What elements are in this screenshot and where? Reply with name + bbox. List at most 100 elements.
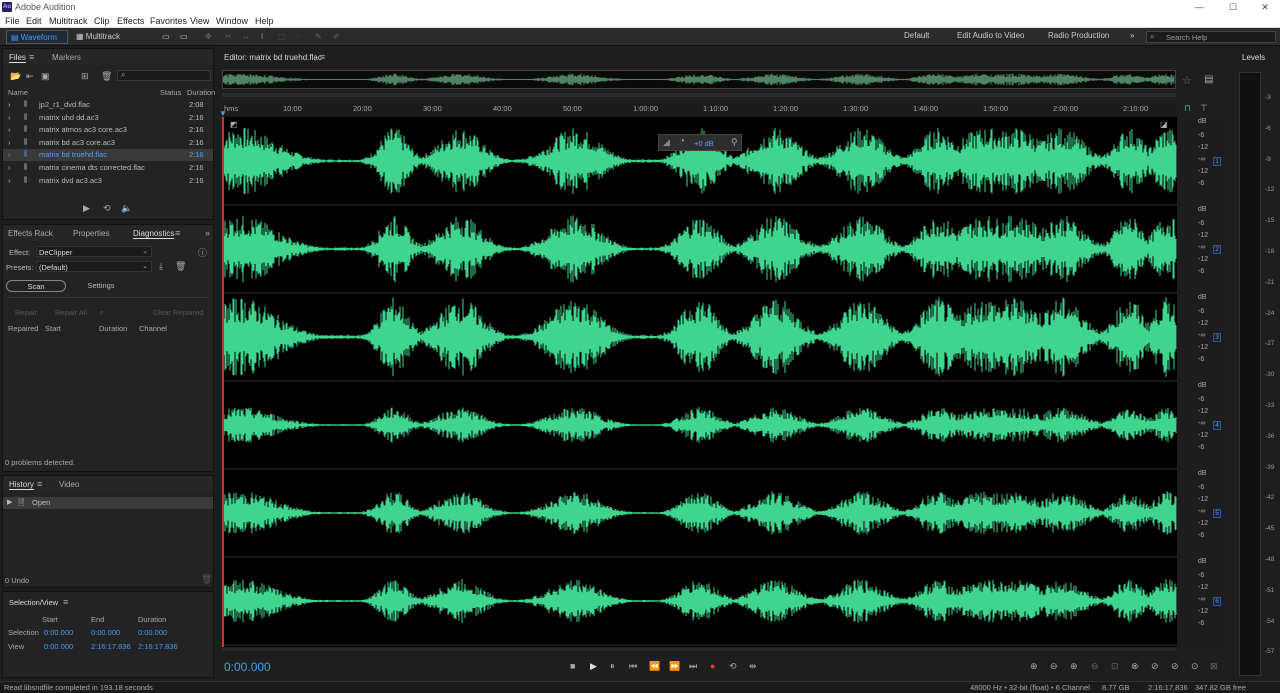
fast-forward-icon[interactable]: ⏩ [669,661,680,672]
zoom-out-full-icon[interactable]: ⊙ [1191,661,1199,672]
open-file-icon[interactable]: 📂 [10,71,21,82]
panel-menu-icon[interactable]: ≡ [320,52,325,62]
waveform-view-button[interactable]: ▤ Waveform [6,30,68,44]
channel-5-badge[interactable]: 5 [1213,509,1221,518]
file-row[interactable]: › ⫼ matrix bd ac3 core.ac3 2:16 [3,137,213,149]
zoom-in-left-icon[interactable]: ⊘ [1151,661,1159,672]
zoom-full-icon[interactable]: ⊡ [1111,661,1119,672]
pin-icon[interactable]: ⊤ [1200,103,1208,114]
expand-icon[interactable]: › [8,99,11,111]
file-row[interactable]: › ⫼ jp2_r1_dvd.flac 2:08 [3,99,213,111]
info-icon[interactable]: ⓘ [198,246,207,259]
zoom-reset-icon[interactable]: ⊠ [1210,661,1218,672]
menu-edit[interactable]: Edit [26,16,42,26]
tab-files[interactable]: Files [9,53,26,63]
autoplay-icon[interactable]: 🔈 [121,203,132,214]
menu-window[interactable]: Window [216,16,248,26]
view-duration-field[interactable]: 2:16:17.836 [138,642,178,651]
record-icon[interactable]: ● [710,661,715,671]
close-icon[interactable]: ✕ [1248,0,1280,14]
save-preset-icon[interactable]: ⤓ [159,261,163,272]
expand-icon[interactable]: › [8,137,11,149]
spectral-pitch-icon[interactable]: ▭ [180,30,188,44]
zoom-in-time-icon[interactable]: ⊕ [1070,661,1078,672]
expand-icon[interactable]: › [8,175,11,187]
channel-4-badge[interactable]: 4 [1213,421,1221,430]
channel-2-badge[interactable]: 2 [1213,245,1221,254]
zoom-in-amplitude-icon[interactable]: ⊕ [1030,661,1038,672]
file-row[interactable]: › ⫼ matrix cinema dts corrected.flac 2:16 [3,162,213,174]
workspace-radio-production[interactable]: Radio Production [1048,31,1109,40]
healing-tool-icon[interactable]: ✐ [333,30,340,44]
delete-icon[interactable]: 🗑 [201,574,212,585]
playhead[interactable] [222,117,224,647]
effect-select[interactable]: DeClipper ⌄ [36,246,152,257]
selection-end-field[interactable]: 0:00.000 [91,628,120,637]
file-row[interactable]: › ⫼ matrix bd truehd.flac 2:16 [3,149,213,162]
channel-map-icon[interactable]: ▤ [1204,74,1213,85]
maximize-icon[interactable]: ☐ [1216,0,1250,14]
play-icon[interactable]: ▶ [590,661,597,672]
delete-icon[interactable]: 🗑 [101,71,112,82]
workspace-default[interactable]: Default [904,31,929,40]
brush-tool-icon[interactable]: ✎ [315,30,322,44]
zoom-to-icon[interactable]: ⌕ [99,307,104,318]
vertical-zoom-scrollbar[interactable] [222,648,1176,651]
menu-effects[interactable]: Effects [117,16,144,26]
clear-repaired-button[interactable]: Clear Repaired [153,308,203,317]
minimize-icon[interactable]: — [1182,0,1216,14]
loop-playback-icon[interactable]: ⟲ [729,661,737,672]
pin-hud-icon[interactable]: ⚲ [731,137,738,148]
hud-gain[interactable]: +0 dB [694,139,714,148]
selection-start-field[interactable]: 0:00.000 [44,628,73,637]
column-duration[interactable]: Duration [99,324,127,333]
time-selection-tool-icon[interactable]: I [261,30,263,44]
rewind-icon[interactable]: ⏪ [649,661,660,672]
file-row[interactable]: › ⫼ matrix atmos ac3 core.ac3 2:16 [3,124,213,136]
menu-multitrack[interactable]: Multitrack [49,16,88,26]
panel-menu-icon[interactable]: ≡ [63,597,68,607]
expand-icon[interactable]: › [8,112,11,124]
time-ruler[interactable]: hms 10:00 20:00 30:00 40:00 50:00 1:00:00 1:10… [222,103,1176,117]
column-channel[interactable]: Channel [139,324,167,333]
history-item[interactable]: ▶ 🗎 Open [3,497,213,509]
import-file-icon[interactable]: ⇤ [26,71,34,82]
razor-tool-icon[interactable]: ✂ [225,30,232,44]
column-duration[interactable]: Duration [187,88,215,97]
star-icon[interactable]: ☆ [1182,74,1192,87]
more-workspaces-icon[interactable]: » [1130,31,1134,40]
channel-3-badge[interactable]: 3 [1213,333,1221,342]
column-start[interactable]: Start [45,324,61,333]
presets-select[interactable]: (Default) ⌄ [36,261,152,272]
settings-button[interactable]: Settings [69,280,133,292]
tab-effects-rack[interactable]: Effects Rack [8,229,53,238]
gain-knob-icon[interactable]: ◔ [679,136,685,147]
column-repaired[interactable]: Repaired [8,324,38,333]
panel-menu-icon[interactable]: ≡ [29,52,34,62]
new-file-icon[interactable]: ▣ [41,71,50,82]
menu-help[interactable]: Help [255,16,274,26]
zoom-out-time-icon[interactable]: ⊖ [1091,661,1099,672]
stop-icon[interactable]: ■ [570,661,575,671]
skip-selection-icon[interactable]: ⇹ [749,661,757,672]
column-name[interactable]: Name [8,88,28,97]
zoom-in-right-icon[interactable]: ⊘ [1171,661,1179,672]
multitrack-view-button[interactable]: ▦ Multitrack [74,30,130,44]
tab-video[interactable]: Video [59,480,79,489]
channel-6-badge[interactable]: 6 [1213,597,1221,606]
next-icon[interactable]: ⏭ [689,661,697,672]
selection-duration-field[interactable]: 0:00.000 [138,628,167,637]
current-time[interactable]: 0:00.000 [224,660,271,674]
snap-icon[interactable]: ⊓ [1184,103,1191,114]
workspace-edit-audio-to-video[interactable]: Edit Audio to Video [957,31,1024,40]
move-tool-icon[interactable]: ✥ [205,30,212,44]
channel-1-badge[interactable]: 1 [1213,157,1221,166]
slip-tool-icon[interactable]: ↔ [242,30,250,44]
menu-file[interactable]: File [5,16,20,26]
expand-icon[interactable]: › [8,162,11,174]
play-icon[interactable]: ▶ [83,203,90,214]
column-status[interactable]: Status [160,88,181,97]
menu-favorites[interactable]: Favorites [150,16,187,26]
tab-history[interactable]: History [9,480,34,490]
zoom-out-corner-icon[interactable]: ◪ [1160,120,1168,129]
